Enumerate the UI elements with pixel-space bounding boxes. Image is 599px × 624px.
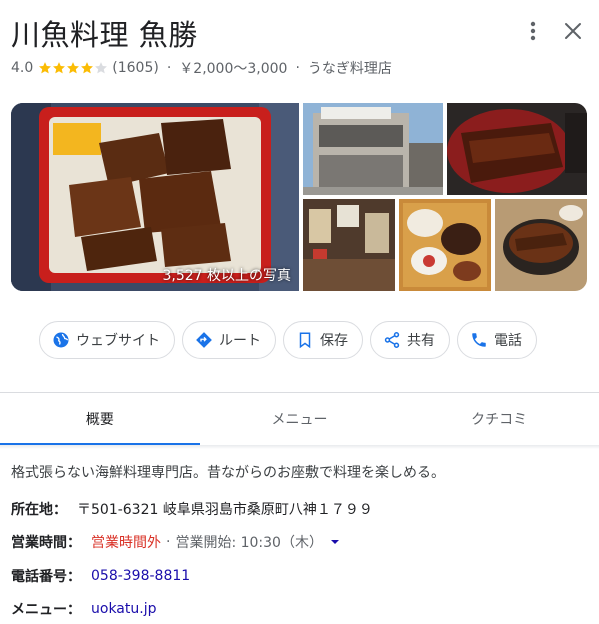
photo-interior[interactable]	[303, 199, 395, 291]
tab-overview[interactable]: 概要	[0, 393, 200, 445]
place-description: 格式張らない海鮮料理専門店。昔ながらのお座敷で料理を楽しめる。	[11, 465, 445, 481]
menu-link[interactable]: uokatu.jp	[91, 601, 156, 617]
tab-menu[interactable]: メニュー	[200, 393, 400, 445]
bookmark-icon	[299, 332, 311, 349]
call-label: 電話	[494, 333, 522, 349]
tab-bar: 概要 メニュー クチコミ	[0, 393, 599, 445]
hours-status[interactable]: 営業時間外	[91, 532, 161, 552]
save-label: 保存	[320, 333, 348, 349]
star-full-icon	[81, 62, 94, 74]
star-full-icon	[67, 62, 80, 74]
hours-label: 営業時間：	[11, 535, 81, 551]
rating-value: 4.0	[11, 60, 34, 76]
meta-separator: ·	[166, 60, 172, 76]
phone-icon	[472, 333, 486, 347]
phone-link[interactable]: 058-398-8811	[91, 568, 190, 584]
directions-icon	[196, 332, 212, 348]
share-label: 共有	[407, 333, 435, 349]
share-icon	[384, 332, 400, 348]
hours-row: 営業時間： 営業時間外 · 営業開始: 10:30（木）	[11, 532, 340, 552]
address-row: 所在地： 〒501-6321 岐阜県羽島市桑原町八神１７９９	[11, 499, 373, 519]
tabs-shadow	[0, 445, 599, 449]
photo-main[interactable]: 3,527 枚以上の写真	[11, 103, 299, 291]
route-button[interactable]: ルート	[182, 321, 276, 359]
menu-label: メニュー：	[11, 602, 81, 618]
star-empty-icon	[95, 62, 108, 74]
website-button[interactable]: ウェブサイト	[39, 321, 175, 359]
meta-separator: ·	[295, 60, 300, 76]
address-label: 所在地：	[11, 502, 67, 518]
place-title: 川魚料理 魚勝	[11, 18, 198, 52]
phone-row: 電話番号： 058-398-8811	[11, 566, 190, 586]
close-icon[interactable]	[558, 16, 588, 46]
photo-count: 3,527 枚以上の写真	[162, 268, 291, 284]
more-options-icon[interactable]	[518, 16, 548, 46]
menu-row: メニュー： uokatu.jp	[11, 599, 156, 619]
star-rating	[38, 61, 108, 75]
star-full-icon	[53, 62, 66, 74]
share-button[interactable]: 共有	[370, 321, 450, 359]
website-label: ウェブサイト	[76, 333, 160, 349]
tab-reviews[interactable]: クチコミ	[399, 393, 599, 445]
star-full-icon	[39, 62, 52, 74]
photo-gallery[interactable]: 3,527 枚以上の写真	[11, 103, 587, 291]
call-button[interactable]: 電話	[457, 321, 537, 359]
hours-separator: ·	[166, 534, 171, 550]
action-bar: ウェブサイト ルート 保存 共有 電話	[39, 321, 544, 359]
caret-down-icon[interactable]	[330, 537, 340, 547]
hours-next-open[interactable]: 営業開始: 10:30（木）	[175, 532, 323, 552]
photo-donburi[interactable]	[495, 199, 587, 291]
save-button[interactable]: 保存	[283, 321, 363, 359]
place-meta: 4.0 (1605) · ￥2,000～3,000 · うなぎ料理店	[11, 58, 392, 78]
photo-course-meal[interactable]	[399, 199, 491, 291]
review-count[interactable]: (1605)	[112, 60, 159, 76]
photo-storefront[interactable]	[303, 103, 443, 195]
category-link[interactable]: うなぎ料理店	[308, 58, 392, 78]
globe-icon	[53, 332, 69, 348]
price-range: ￥2,000～3,000	[179, 61, 288, 77]
route-label: ルート	[219, 333, 261, 349]
phone-label: 電話番号：	[11, 569, 81, 585]
photo-unaju[interactable]	[447, 103, 587, 195]
address-value[interactable]: 〒501-6321 岐阜県羽島市桑原町八神１７９９	[77, 499, 373, 519]
